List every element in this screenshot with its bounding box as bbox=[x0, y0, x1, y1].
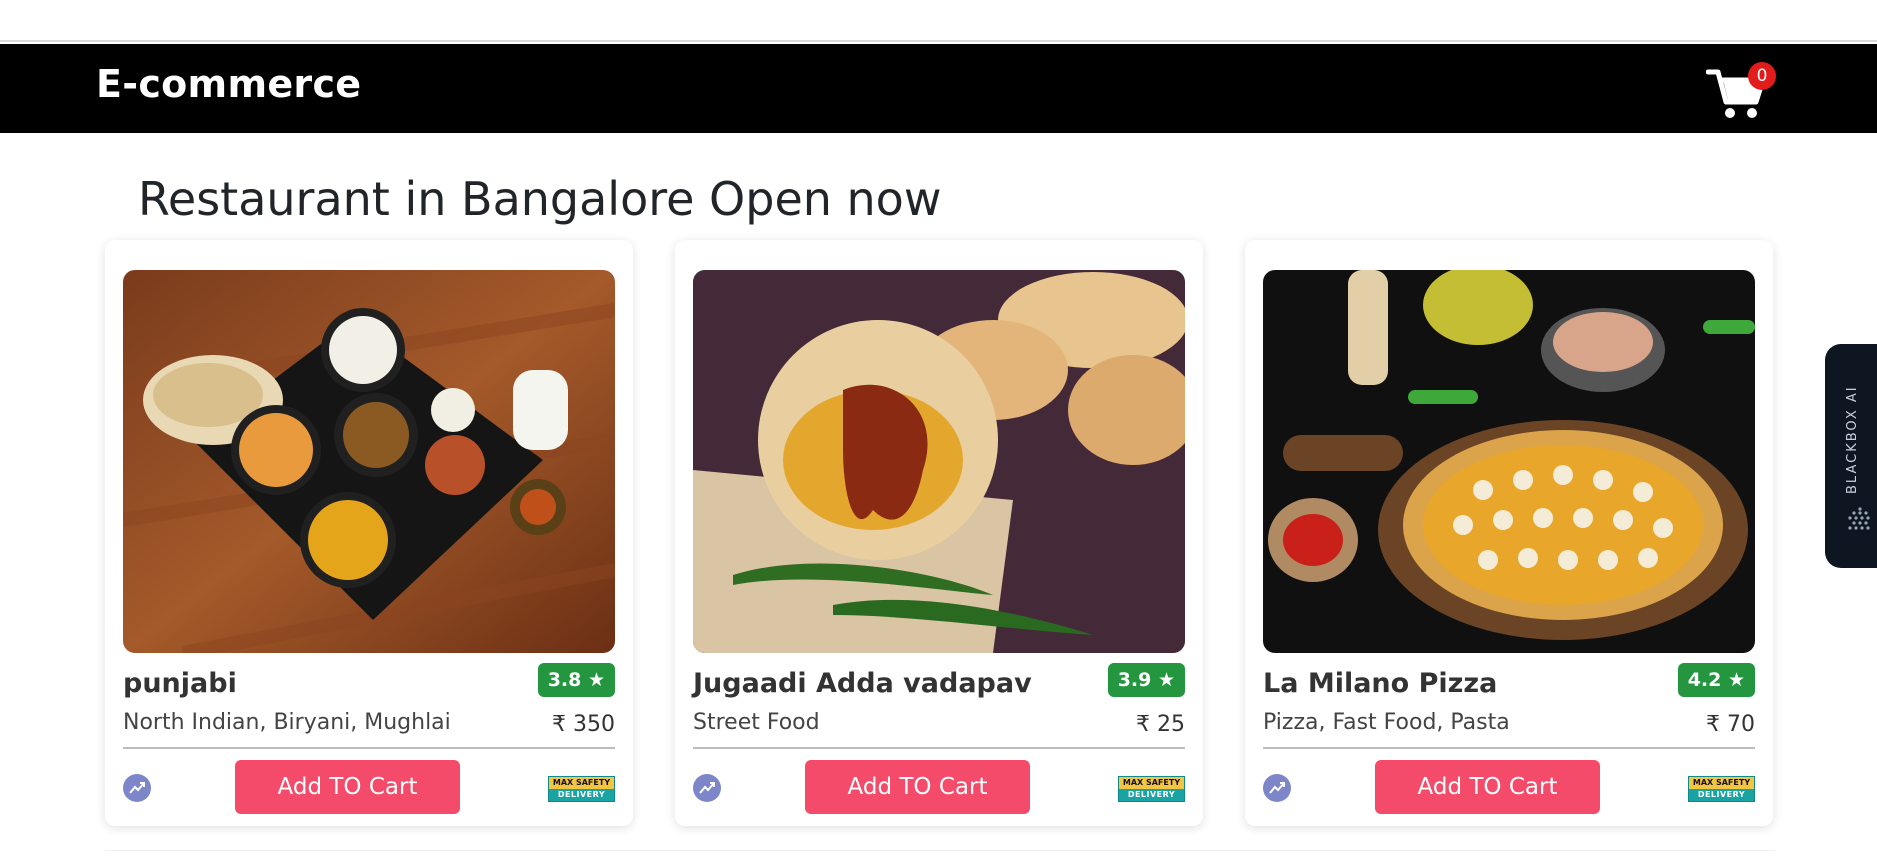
cuisine-text: Pizza, Fast Food, Pasta bbox=[1263, 710, 1510, 735]
restaurant-image-punjabi[interactable] bbox=[123, 270, 615, 653]
divider bbox=[1263, 747, 1755, 749]
safety-badge-line2: DELIVERY bbox=[1119, 789, 1184, 801]
add-to-cart-button[interactable]: Add TO Cart bbox=[235, 760, 460, 814]
price-text: ₹ 70 bbox=[1706, 712, 1755, 737]
price-text: ₹ 25 bbox=[1136, 712, 1185, 737]
add-to-cart-button[interactable]: Add TO Cart bbox=[1375, 760, 1600, 814]
blackbox-ai-label: BLACKBOX AI bbox=[1845, 385, 1860, 494]
safety-badge-line1: MAX SAFETY bbox=[1119, 777, 1184, 789]
food-pizza-image bbox=[1263, 270, 1755, 653]
rating-badge: 4.2 ★ bbox=[1677, 663, 1755, 697]
food-thali-image bbox=[123, 270, 615, 653]
cuisine-text: Street Food bbox=[693, 710, 820, 735]
safety-badge-line2: DELIVERY bbox=[549, 789, 614, 801]
restaurant-image-pizza[interactable] bbox=[1263, 270, 1755, 653]
add-to-cart-button[interactable]: Add TO Cart bbox=[805, 760, 1030, 814]
safety-badge-line1: MAX SAFETY bbox=[549, 777, 614, 789]
rating-badge: 3.8 ★ bbox=[537, 663, 615, 697]
divider bbox=[123, 747, 615, 749]
max-safety-badge: MAX SAFETY DELIVERY bbox=[1688, 776, 1755, 802]
divider bbox=[693, 747, 1185, 749]
restaurant-name[interactable]: Jugaadi Adda vadapav bbox=[693, 668, 1032, 699]
cart-count-badge: 0 bbox=[1748, 62, 1776, 90]
restaurant-card: punjabi 3.8 ★ North Indian, Biryani, Mug… bbox=[105, 240, 633, 826]
restaurant-name[interactable]: punjabi bbox=[123, 668, 237, 699]
blackbox-ai-sidebar-tab[interactable]: BLACKBOX AI bbox=[1825, 344, 1877, 568]
restaurant-card: La Milano Pizza 4.2 ★ Pizza, Fast Food, … bbox=[1245, 240, 1773, 826]
cuisine-text: North Indian, Biryani, Mughlai bbox=[123, 710, 451, 735]
max-safety-badge: MAX SAFETY DELIVERY bbox=[1118, 776, 1185, 802]
brand-logo[interactable]: E-commerce bbox=[96, 62, 361, 106]
rating-badge: 3.9 ★ bbox=[1107, 663, 1185, 697]
browser-top-strip bbox=[0, 0, 1877, 42]
navbar: E-commerce 0 bbox=[0, 44, 1877, 133]
cart-button[interactable]: 0 bbox=[1706, 62, 1776, 124]
blackbox-logo-icon bbox=[1848, 507, 1870, 530]
food-vadapav-image bbox=[693, 270, 1185, 653]
price-text: ₹ 350 bbox=[552, 712, 615, 737]
safety-badge-line2: DELIVERY bbox=[1689, 789, 1754, 801]
restaurant-name[interactable]: La Milano Pizza bbox=[1263, 668, 1497, 699]
safety-badge-line1: MAX SAFETY bbox=[1689, 777, 1754, 789]
trend-icon bbox=[123, 774, 151, 802]
trend-icon bbox=[1263, 774, 1291, 802]
page-title: Restaurant in Bangalore Open now bbox=[138, 172, 942, 226]
next-row-edge bbox=[105, 850, 1775, 860]
restaurant-image-vadapav[interactable] bbox=[693, 270, 1185, 653]
restaurant-card: Jugaadi Adda vadapav 3.9 ★ Street Food ₹… bbox=[675, 240, 1203, 826]
trend-icon bbox=[693, 774, 721, 802]
max-safety-badge: MAX SAFETY DELIVERY bbox=[548, 776, 615, 802]
